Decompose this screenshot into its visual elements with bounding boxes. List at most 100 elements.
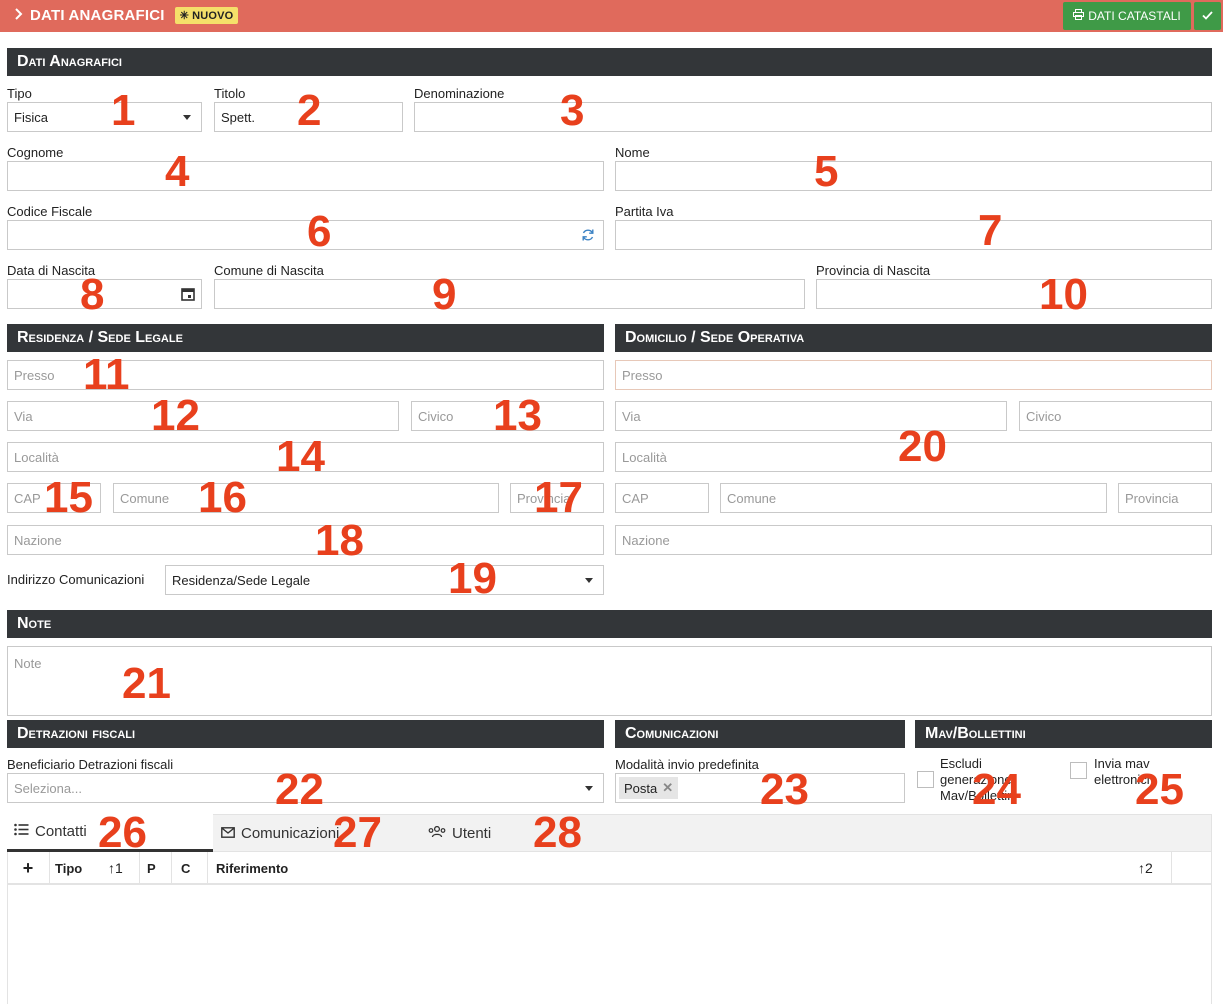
partita-iva-input[interactable] [615, 220, 1212, 250]
annotation-2: 2 [297, 86, 322, 135]
users-icon [428, 825, 446, 842]
denominazione-input[interactable] [414, 102, 1212, 132]
annotation-7: 7 [978, 206, 1003, 255]
annotation-1: 1 [111, 86, 136, 135]
data-nascita-input[interactable] [7, 279, 202, 309]
domicilio-via-input[interactable]: Via [615, 401, 1007, 431]
envelope-icon [221, 825, 235, 842]
domicilio-civico-input[interactable]: Civico [1019, 401, 1212, 431]
annotation-14: 14 [276, 432, 325, 481]
section-mav: Mav/Bollettini [915, 720, 1212, 748]
annotation-8: 8 [80, 270, 105, 319]
column-c[interactable]: C [181, 852, 190, 884]
column-divider [207, 852, 208, 884]
note-textarea[interactable]: Note [7, 646, 1212, 716]
domicilio-nazione-input[interactable]: Nazione [615, 525, 1212, 555]
annotation-10: 10 [1039, 270, 1088, 319]
annotation-24: 24 [972, 765, 1021, 814]
section-comunicazioni: Comunicazioni [615, 720, 905, 748]
annotation-16: 16 [198, 473, 247, 522]
list-icon [14, 823, 29, 840]
modalita-invio-label: Modalità invio predefinita [615, 757, 759, 772]
comune-nascita-label: Comune di Nascita [214, 263, 324, 278]
annotation-6: 6 [307, 207, 332, 256]
caret-down-icon [585, 786, 593, 791]
codice-fiscale-label: Codice Fiscale [7, 204, 93, 219]
caret-down-icon [585, 578, 593, 583]
nome-input[interactable] [615, 161, 1212, 191]
provincia-nascita-input[interactable] [816, 279, 1212, 309]
residenza-comune-input[interactable]: Comune [113, 483, 499, 513]
dati-catastali-button[interactable]: DATI CATASTALI [1063, 2, 1191, 30]
print-icon [1073, 9, 1085, 23]
caret-down-icon [183, 115, 191, 120]
annotation-17: 17 [534, 473, 583, 522]
column-divider [171, 852, 172, 884]
annotation-5: 5 [814, 147, 839, 196]
annotation-20: 20 [898, 422, 947, 471]
section-detrazioni: Detrazioni fiscali [7, 720, 604, 748]
annotation-3: 3 [560, 86, 585, 135]
table-body [7, 884, 1212, 1004]
codice-fiscale-input[interactable] [7, 220, 604, 250]
domicilio-provincia-input[interactable]: Provincia [1118, 483, 1212, 513]
remove-tag-icon[interactable]: ✕ [662, 780, 673, 796]
page-title[interactable]: DATI ANAGRAFICI ✳ NUOVO [14, 7, 239, 24]
indirizzo-comunicazioni-select[interactable]: Residenza/Sede Legale [165, 565, 604, 595]
escludi-mav-checkbox[interactable] [917, 771, 934, 788]
column-divider [1171, 852, 1172, 884]
section-domicilio: Domicilio / Sede Operativa [615, 324, 1212, 352]
denominazione-label: Denominazione [414, 86, 505, 101]
posta-tag[interactable]: Posta ✕ [619, 777, 679, 799]
annotation-28: 28 [533, 808, 582, 857]
annotation-19: 19 [448, 554, 497, 603]
invia-mav-checkbox[interactable] [1070, 762, 1087, 779]
annotation-23: 23 [760, 765, 809, 814]
titolo-label: Titolo [214, 86, 246, 101]
annotation-15: 15 [44, 473, 93, 522]
residenza-via-input[interactable]: Via [7, 401, 399, 431]
column-tipo[interactable]: Tipo [55, 852, 82, 884]
residenza-nazione-input[interactable]: Nazione [7, 525, 604, 555]
comune-nascita-input[interactable] [214, 279, 805, 309]
beneficiario-label: Beneficiario Detrazioni fiscali [7, 757, 174, 772]
tab-utenti[interactable]: Utenti [428, 814, 548, 852]
calendar-icon[interactable] [181, 287, 195, 304]
check-icon [1202, 9, 1213, 23]
annotation-26: 26 [98, 808, 147, 857]
tipo-label: Tipo [7, 86, 32, 101]
partita-iva-label: Partita Iva [615, 204, 674, 219]
add-row-button[interactable]: + [7, 852, 49, 884]
annotation-27: 27 [333, 808, 382, 857]
nome-label: Nome [615, 145, 650, 160]
annotation-11: 11 [83, 350, 130, 399]
column-riferimento[interactable]: Riferimento [216, 852, 288, 884]
annotation-25: 25 [1135, 765, 1184, 814]
annotation-21: 21 [122, 659, 171, 708]
column-p[interactable]: P [147, 852, 156, 884]
new-badge: ✳ NUOVO [174, 7, 239, 24]
annotation-13: 13 [493, 391, 542, 440]
annotation-9: 9 [432, 270, 457, 319]
annotation-4: 4 [165, 147, 190, 196]
column-divider [49, 852, 50, 884]
domicilio-comune-input[interactable]: Comune [720, 483, 1107, 513]
annotation-12: 12 [151, 391, 200, 440]
domicilio-cap-input[interactable]: CAP [615, 483, 709, 513]
annotation-18: 18 [315, 516, 364, 565]
section-note: Note [7, 610, 1212, 638]
domicilio-presso-input[interactable]: Presso [615, 360, 1212, 390]
refresh-icon[interactable] [581, 228, 595, 245]
section-dati-anagrafici: Dati Anagrafici [7, 48, 1212, 76]
tab-comunicazioni[interactable]: Comunicazioni [221, 814, 411, 852]
sort-indicator-2[interactable]: ↑2 [1138, 852, 1153, 884]
provincia-nascita-label: Provincia di Nascita [816, 263, 931, 278]
cognome-input[interactable] [7, 161, 604, 191]
page-title-text: DATI ANAGRAFICI [30, 7, 165, 24]
asterisk-icon: ✳ [179, 10, 190, 22]
annotation-22: 22 [275, 765, 324, 814]
chevron-right-icon [14, 7, 24, 24]
tipo-select[interactable]: Fisica [7, 102, 202, 132]
confirm-button[interactable] [1194, 2, 1221, 30]
cognome-label: Cognome [7, 145, 64, 160]
